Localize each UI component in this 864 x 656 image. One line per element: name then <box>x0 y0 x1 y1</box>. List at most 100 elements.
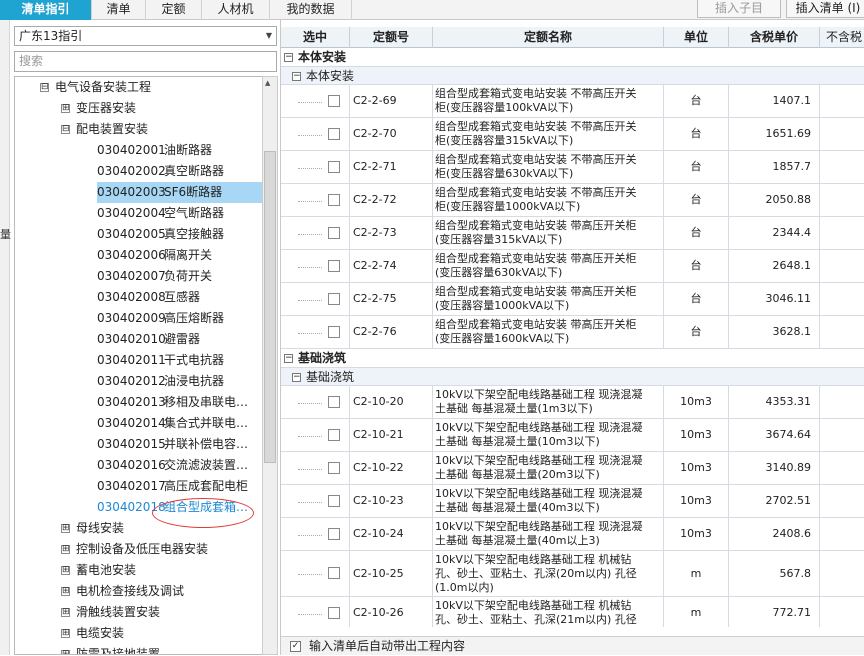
tree-leaf[interactable]: 030402005真空接触器 <box>97 224 224 245</box>
tree-node-trolley[interactable]: ⊞ 滑触线装置安装 <box>61 602 160 623</box>
insert-child-button[interactable]: 插入子目 <box>697 0 781 18</box>
tree-node-lightning[interactable]: ⊞ 防雷及接地装置 <box>61 644 160 654</box>
tree-scrollbar[interactable]: ▲ <box>262 76 278 655</box>
tree-leaf[interactable]: 030402004空气断路器 <box>97 203 224 224</box>
tree-leaf[interactable]: 030402011干式电抗器 <box>97 350 224 371</box>
row-checkbox[interactable] <box>328 396 340 408</box>
scrollbar-thumb[interactable] <box>264 151 276 463</box>
list-code: 030402004 <box>97 206 166 220</box>
guide-library-select[interactable]: 广东13指引 ▼ <box>14 26 277 46</box>
tree-leaf-selected[interactable]: 030402003SF6断路器 <box>97 182 262 203</box>
row-checkbox[interactable] <box>328 95 340 107</box>
row-checkbox[interactable] <box>328 462 340 474</box>
table-row[interactable]: C2-2-69 组合型成套箱式变电站安装 不带高压开关 柜(变压器容量100kVA以… <box>281 85 864 118</box>
tab-list[interactable]: 清单 <box>92 0 146 20</box>
chevron-down-icon[interactable]: ▼ <box>266 27 272 45</box>
collapse-icon[interactable]: − <box>284 53 293 62</box>
tree-leaf[interactable]: 030402013移相及串联电… <box>97 392 248 413</box>
tree-leaf[interactable]: 030402010避雷器 <box>97 329 200 350</box>
collapse-icon[interactable]: − <box>292 72 301 81</box>
collapse-icon[interactable]: − <box>292 373 301 382</box>
expand-icon[interactable]: ⊞ <box>61 104 70 113</box>
search-input[interactable]: 搜索 <box>14 51 277 72</box>
table-row[interactable]: C2-10-21 10kV以下架空配电线路基础工程 现浇混凝 土基础 每基混凝土量(… <box>281 419 864 452</box>
expand-icon[interactable]: ⊞ <box>61 545 70 554</box>
tree-leaf[interactable]: 030402006隔离开关 <box>97 245 212 266</box>
tree-node-cable[interactable]: ⊞ 电缆安装 <box>61 623 124 644</box>
col-header-code[interactable]: 定额号 <box>350 27 433 48</box>
row-checkbox[interactable] <box>328 567 340 579</box>
row-checkbox[interactable] <box>328 194 340 206</box>
tab-list-guide[interactable]: 清单指引 <box>0 0 92 20</box>
select-cell <box>281 518 350 550</box>
table-row[interactable]: C2-2-76 组合型成套箱式变电站安装 带高压开关柜 (变压器容量1600kVA以… <box>281 316 864 349</box>
row-checkbox[interactable] <box>328 128 340 140</box>
insert-list-button[interactable]: 插入清单 (I) <box>786 0 864 18</box>
row-checkbox[interactable] <box>328 260 340 272</box>
table-row[interactable]: C2-10-22 10kV以下架空配电线路基础工程 现浇混凝 土基础 每基混凝土量(… <box>281 452 864 485</box>
col-header-select[interactable]: 选中 <box>281 27 350 48</box>
table-row[interactable]: C2-2-72 组合型成套箱式变电站安装 不带高压开关 柜(变压器容量1000kVA… <box>281 184 864 217</box>
row-checkbox[interactable] <box>328 227 340 239</box>
row-checkbox[interactable] <box>328 495 340 507</box>
row-checkbox[interactable] <box>328 326 340 338</box>
tree-leaf[interactable]: 030402016交流滤波装置… <box>97 455 248 476</box>
row-checkbox[interactable] <box>328 607 340 619</box>
tree-leaf[interactable]: 030402012油浸电抗器 <box>97 371 224 392</box>
tree-node-control[interactable]: ⊞ 控制设备及低压电器安装 <box>61 539 208 560</box>
auto-content-checkbox[interactable]: ✓ <box>290 641 301 652</box>
group-row[interactable]: − 基础浇筑 <box>281 349 864 368</box>
table-row[interactable]: C2-2-70 组合型成套箱式变电站安装 不带高压开关 柜(变压器容量315kVA以… <box>281 118 864 151</box>
table-row[interactable]: C2-10-23 10kV以下架空配电线路基础工程 现浇混凝 土基础 每基混凝土量(… <box>281 485 864 518</box>
tree-node-electrical[interactable]: ⊟ 电气设备安装工程 <box>40 77 151 98</box>
col-header-price-tax[interactable]: 含税单价 <box>729 27 820 48</box>
tree-leaf[interactable]: 030402009高压熔断器 <box>97 308 224 329</box>
tree-leaf[interactable]: 030402014集合式并联电… <box>97 413 248 434</box>
tab-my-data[interactable]: 我的数据 <box>270 0 352 20</box>
expand-icon[interactable]: ⊞ <box>61 587 70 596</box>
row-checkbox[interactable] <box>328 528 340 540</box>
col-header-unit[interactable]: 单位 <box>664 27 729 48</box>
tree-leaf[interactable]: 030402007负荷开关 <box>97 266 212 287</box>
tab-quota[interactable]: 定额 <box>146 0 202 20</box>
tree-node-transformer[interactable]: ⊞ 变压器安装 <box>61 98 136 119</box>
subgroup-row[interactable]: − 本体安装 <box>281 67 864 85</box>
table-row[interactable]: C2-10-20 10kV以下架空配电线路基础工程 现浇混凝 土基础 每基混凝土量(… <box>281 386 864 419</box>
table-row[interactable]: C2-10-24 10kV以下架空配电线路基础工程 现浇混凝 土基础 每基混凝土量(… <box>281 518 864 551</box>
tree-leaf[interactable]: 030402002真空断路器 <box>97 161 224 182</box>
collapse-icon[interactable]: − <box>284 354 293 363</box>
col-header-name[interactable]: 定额名称 <box>433 27 664 48</box>
tree-leaf[interactable]: 030402001油断路器 <box>97 140 212 161</box>
table-row[interactable]: C2-2-71 组合型成套箱式变电站安装 不带高压开关 柜(变压器容量630kVA以… <box>281 151 864 184</box>
collapse-icon[interactable]: ⊟ <box>61 125 70 134</box>
notax-price-cell <box>820 184 864 216</box>
col-header-price-notax[interactable]: 不含税 <box>820 27 864 48</box>
tree-node-battery[interactable]: ⊞ 蓄电池安装 <box>61 560 136 581</box>
row-checkbox[interactable] <box>328 429 340 441</box>
tree-node-distribution[interactable]: ⊟ 配电装置安装 <box>61 119 148 140</box>
quota-name: 10kV以下架空配电线路基础工程 机械钻 孔、砂土、亚粘土、孔深(21m以内) 孔… <box>433 597 664 627</box>
tree-leaf[interactable]: 030402015并联补偿电容… <box>97 434 248 455</box>
row-checkbox[interactable] <box>328 293 340 305</box>
table-row[interactable]: C2-10-26 10kV以下架空配电线路基础工程 机械钻 孔、砂土、亚粘土、孔深(… <box>281 597 864 627</box>
scroll-up-icon[interactable]: ▲ <box>265 79 270 87</box>
subgroup-row[interactable]: − 基础浇筑 <box>281 368 864 386</box>
tree-node-motor[interactable]: ⊞ 电机检查接线及调试 <box>61 581 184 602</box>
row-checkbox[interactable] <box>328 161 340 173</box>
table-row[interactable]: C2-10-25 10kV以下架空配电线路基础工程 机械钻 孔、砂土、亚粘土、孔深(… <box>281 551 864 597</box>
quota-code: C2-10-22 <box>350 452 433 484</box>
table-row[interactable]: C2-2-75 组合型成套箱式变电站安装 带高压开关柜 (变压器容量1000kVA以… <box>281 283 864 316</box>
expand-icon[interactable]: ⊞ <box>61 608 70 617</box>
expand-icon[interactable]: ⊞ <box>61 566 70 575</box>
expand-icon[interactable]: ⊞ <box>61 629 70 638</box>
tab-labor-material[interactable]: 人材机 <box>202 0 270 20</box>
expand-icon[interactable]: ⊞ <box>61 524 70 533</box>
group-row[interactable]: − 本体安装 <box>281 48 864 67</box>
tree-leaf[interactable]: 030402017高压成套配电柜 <box>97 476 248 497</box>
collapse-icon[interactable]: ⊟ <box>40 83 49 92</box>
table-row[interactable]: C2-2-74 组合型成套箱式变电站安装 带高压开关柜 (变压器容量630kVA以下… <box>281 250 864 283</box>
tree-leaf[interactable]: 030402008互感器 <box>97 287 200 308</box>
table-row[interactable]: C2-2-73 组合型成套箱式变电站安装 带高压开关柜 (变压器容量315kVA以下… <box>281 217 864 250</box>
expand-icon[interactable]: ⊞ <box>61 650 70 654</box>
tree-node-busbar[interactable]: ⊞ 母线安装 <box>61 518 124 539</box>
